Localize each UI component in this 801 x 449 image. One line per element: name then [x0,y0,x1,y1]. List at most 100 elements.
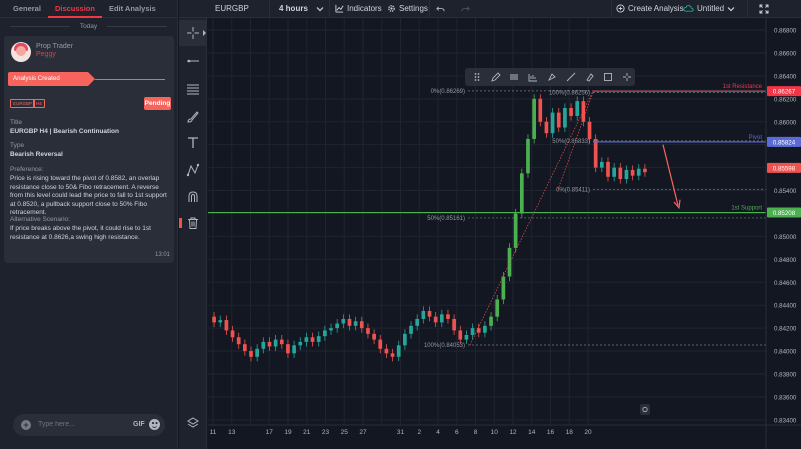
candle-body [323,330,327,337]
y-tick-label: 0.83600 [774,394,797,401]
candle-body [446,314,450,319]
candle-body [249,351,253,357]
y-tick-label: 0.84000 [774,349,797,356]
draw-fill-button[interactable] [582,70,598,84]
type-value: Bearish Reversal [10,151,63,158]
candle-body [353,321,358,326]
draw-style-button[interactable] [525,70,541,84]
settings-label: Settings [399,4,428,13]
candle-body [261,341,266,349]
candle-body [427,310,432,317]
message-input-box[interactable]: + GIF [13,414,165,436]
undo-icon[interactable] [436,5,445,14]
draw-lines-button[interactable] [507,70,523,84]
plus-icon[interactable]: + [21,420,31,430]
emoji-icon[interactable] [149,419,160,430]
candle-body [255,348,260,357]
redo-icon[interactable] [461,5,470,14]
tool-pattern[interactable] [179,157,207,183]
tool-fib-levels[interactable] [179,76,207,102]
avatar[interactable] [11,42,31,62]
lines-icon [510,74,519,80]
gif-button[interactable]: GIF [133,421,145,428]
candle-body [599,161,604,168]
banner-line [95,79,165,80]
draw-rect-button[interactable] [600,70,616,84]
x-tick-label: 8 [474,429,478,436]
tab-edit-analysis[interactable]: Edit Analysis [102,0,163,18]
tool-trend-line[interactable] [179,48,207,74]
candle-body [212,316,216,323]
fib-left-label: 50%(0.85161) [427,216,465,222]
interval-selector[interactable]: 4 hours [279,4,308,13]
pending-button[interactable]: Pending [144,97,171,110]
candle-body [464,335,469,340]
candle-body [643,168,647,173]
diagonal-line-icon [566,72,576,82]
indicators-label: Indicators [347,4,382,13]
author-name[interactable]: Peggy [36,51,56,58]
x-tick-label: 20 [584,429,592,436]
panel-resize-handle[interactable] [179,218,182,228]
tool-trash[interactable] [179,210,207,236]
expand-arrow-icon[interactable] [203,30,207,36]
candle-body [618,167,623,180]
y-tick-label: 0.85000 [774,234,797,241]
candle-body [452,318,456,331]
scroll-to-latest-icon[interactable] [640,404,650,415]
message-input[interactable] [38,421,128,428]
rectangle-icon [604,73,613,81]
x-tick-label: 23 [322,429,330,436]
fullscreen-icon[interactable] [759,4,769,14]
create-analysis-button[interactable]: Create Analysis [616,4,684,13]
trash-icon [188,217,198,229]
draw-pen-button[interactable] [488,70,504,84]
draw-line-button[interactable] [563,70,579,84]
layout-name: Untitled [697,4,725,13]
tool-magnet[interactable] [179,184,207,210]
tab-general[interactable]: General [6,0,48,18]
candle-body [507,247,512,277]
avatar-face [16,46,26,56]
settings-button[interactable]: Settings [387,4,428,13]
candle-body [550,112,555,134]
indicators-button[interactable]: Indicators [335,4,382,13]
candle-body [304,337,309,342]
candle-body [409,325,413,334]
title-label: Title [10,119,23,126]
tab-discussion[interactable]: Discussion [47,0,102,18]
x-tick-label: 21 [303,429,311,436]
draw-color-button[interactable] [544,70,560,84]
price-label-text: 0.85208 [773,210,796,217]
fib-right-label: 100%(0.86256) [549,90,590,96]
candle-body [563,107,567,128]
tool-brush[interactable] [179,104,207,130]
candle-body [286,344,290,354]
tool-layers[interactable] [179,410,207,436]
chevron-down-icon[interactable] [316,5,324,13]
candle-body [298,341,303,346]
candle-body [292,345,296,354]
symbol-selector[interactable]: EURGBP [215,4,249,13]
x-tick-label: 18 [566,429,574,436]
chart-area[interactable]: 1st Resistance Pivot 1st Support 0%(0.86269… [208,18,801,449]
tool-text[interactable] [179,130,207,156]
candle-body [236,337,241,345]
x-tick-label: 2 [417,429,421,436]
layout-selector[interactable]: Untitled [683,4,735,13]
draw-more-button[interactable] [619,70,635,84]
x-tick-label: 14 [528,429,536,436]
candle-body [489,316,493,326]
x-tick-label: 11 [210,429,217,436]
candle-body [279,339,284,345]
text-icon [188,137,198,148]
toolbar-divider [269,0,270,18]
candle-body [372,333,376,340]
candle-body [630,169,635,176]
candle-body [636,168,641,176]
candle-body [378,339,383,349]
alternative-label: Alternative Scenario: [10,216,70,223]
indicators-icon [335,4,344,13]
y-tick-label: 0.84800 [774,257,797,264]
drag-handle[interactable] [469,70,485,84]
